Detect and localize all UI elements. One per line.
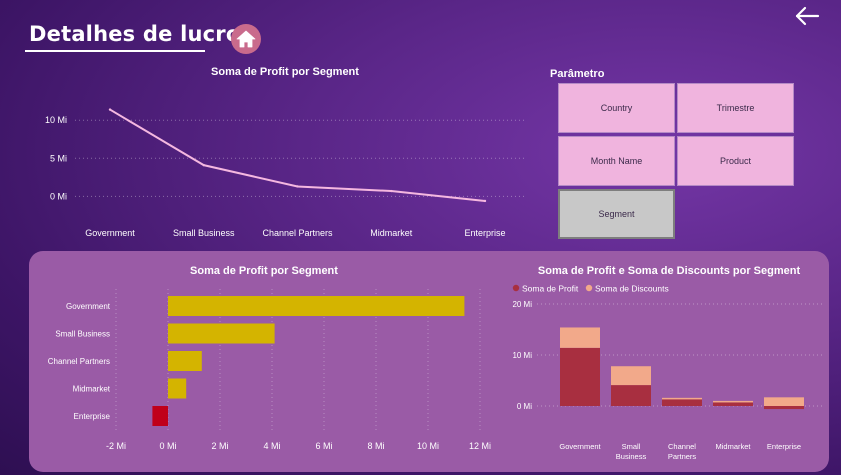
x-tick-label: Channel Partners: [262, 228, 333, 238]
chart-title: Soma de Profit por Segment: [211, 66, 359, 78]
page-title: Detalhes de lucro: [29, 22, 241, 46]
x-tick-label: 0 Mi: [159, 441, 176, 451]
x-tick-label: Small: [622, 442, 641, 451]
y-tick-label: 5 Mi: [50, 153, 67, 163]
bar: [168, 323, 275, 344]
x-tick-label: -2 Mi: [106, 441, 126, 451]
y-tick-label: 10 Mi: [45, 115, 67, 125]
x-tick-label: Government: [85, 228, 135, 238]
slicer-item-product[interactable]: Product: [677, 136, 794, 186]
bar-segment-discounts: [560, 327, 600, 348]
home-button[interactable]: [231, 24, 261, 54]
bar: [168, 378, 187, 399]
x-tick-label: 4 Mi: [263, 441, 280, 451]
slicer-item-trimestre[interactable]: Trimestre: [677, 83, 794, 133]
x-tick-label: Government: [559, 442, 601, 451]
data-point: [390, 189, 393, 193]
home-icon: [236, 30, 256, 48]
slicer-item-segment[interactable]: Segment: [558, 189, 675, 239]
x-tick-label: Midmarket: [715, 442, 751, 451]
slicer-item-country[interactable]: Country: [558, 83, 675, 133]
x-tick-label: Channel: [668, 442, 696, 451]
slicer-item-label: Product: [719, 156, 752, 166]
x-tick-label: Partners: [668, 452, 697, 461]
data-point: [108, 108, 112, 111]
y-tick-label: Midmarket: [73, 385, 111, 394]
bar-segment-discounts: [764, 397, 804, 406]
horizontal-bar-chart: Soma de Profit por Segment -2 Mi 0 Mi 2 Mi 4…: [48, 265, 491, 451]
legend-marker: [585, 284, 593, 292]
x-tick-label: 10 Mi: [417, 441, 439, 451]
y-tick-label: 0 Mi: [517, 402, 532, 411]
y-tick-label: Government: [66, 302, 111, 311]
title-underline: [25, 50, 205, 52]
x-tick-label: Enterprise: [767, 442, 801, 451]
bar-segment-profit: [560, 347, 600, 406]
y-tick-label: 10 Mi: [512, 351, 532, 360]
x-tick-label: 2 Mi: [211, 441, 228, 451]
bar-segment-discounts: [662, 397, 702, 400]
x-tick-label: 8 Mi: [367, 441, 384, 451]
data-point: [296, 185, 299, 188]
slicer-item-label: Segment: [598, 209, 635, 219]
legend-label: Soma de Discounts: [595, 284, 669, 294]
y-tick-label: 0 Mi: [50, 191, 67, 201]
slicer-item-month-name[interactable]: Month Name: [558, 136, 675, 186]
slicer-title: Parâmetro: [550, 68, 605, 80]
bar-segment-discounts: [713, 400, 753, 403]
x-tick-label: Business: [616, 452, 647, 461]
bar: [168, 296, 465, 316]
back-button[interactable]: [794, 5, 820, 27]
bar-segment-profit: [662, 399, 702, 406]
legend-label: Soma de Profit: [522, 284, 579, 294]
y-tick-label: 20 Mi: [512, 300, 532, 309]
x-tick-label: Small Business: [173, 228, 235, 238]
y-tick-label: Small Business: [55, 330, 110, 339]
bar-segment-discounts: [611, 366, 651, 386]
bar: [168, 351, 202, 371]
bar: [152, 406, 168, 426]
bar-segment-profit: [764, 406, 804, 410]
line-chart: Soma de Profit por Segment 10 Mi 5 Mi 0 Mi G…: [45, 66, 525, 238]
stacked-bar-chart: Soma de Profit e Soma de Discounts por S…: [512, 265, 823, 461]
bar-segment-profit: [611, 385, 651, 406]
y-tick-label: Enterprise: [74, 412, 111, 421]
chart-title: Soma de Profit por Segment: [190, 265, 338, 277]
y-tick-label: Channel Partners: [48, 357, 110, 366]
slicer-item-label: Month Name: [590, 156, 643, 166]
data-point: [483, 199, 487, 203]
x-tick-label: Enterprise: [464, 228, 505, 238]
legend-marker: [512, 284, 520, 292]
arrow-left-icon: [795, 6, 820, 26]
slicer-item-label: Trimestre: [716, 103, 755, 113]
bar-segment-profit: [713, 402, 753, 406]
data-point: [202, 163, 205, 167]
x-tick-label: Midmarket: [370, 228, 413, 238]
slicer-item-label: Country: [600, 103, 633, 113]
x-tick-label: 12 Mi: [469, 441, 491, 451]
chart-title: Soma de Profit e Soma de Discounts por S…: [538, 265, 801, 277]
x-tick-label: 6 Mi: [315, 441, 332, 451]
